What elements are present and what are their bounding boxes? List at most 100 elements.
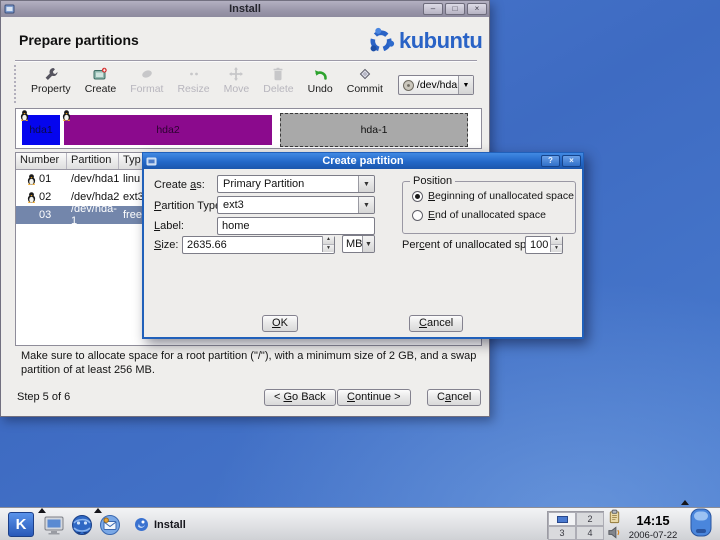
konqueror-icon[interactable] — [70, 513, 94, 537]
show-desktop-icon[interactable] — [42, 513, 66, 537]
chevron-down-icon[interactable]: ▼ — [358, 176, 374, 192]
partition-toolbar: Property Create Format Resize Move Delet — [14, 65, 474, 105]
clock-date: 2006-07-22 — [628, 530, 678, 540]
pager-desktop-1[interactable] — [548, 512, 576, 526]
maximize-icon[interactable]: □ — [445, 3, 465, 15]
continue-button[interactable]: Continue > — [337, 389, 411, 406]
mini-window-icon — [556, 515, 568, 523]
taskbar-task-install[interactable]: Install — [128, 511, 224, 538]
undo-button[interactable]: Undo — [301, 65, 340, 96]
undo-icon — [315, 70, 327, 80]
pager-desktop-4[interactable]: 4 — [576, 526, 604, 540]
tux-icon — [27, 173, 36, 185]
property-button[interactable]: Property — [24, 65, 78, 96]
toolbar-drag-handle[interactable] — [14, 65, 20, 103]
size-input[interactable] — [182, 236, 335, 254]
radio-beginning-label[interactable]: Beginning of unallocated space — [428, 190, 574, 202]
pager-desktop-2[interactable]: 2 — [576, 512, 604, 526]
go-back-button[interactable]: < Go Back — [264, 389, 336, 406]
create-as-label: Create as: — [154, 179, 205, 191]
partition-type-value: ext3 — [223, 199, 244, 211]
commit-label: Commit — [346, 83, 383, 95]
position-group-title: Position — [410, 175, 456, 187]
undo-label: Undo — [307, 83, 333, 95]
cell-partition: /dev/hda2 — [71, 191, 120, 203]
pager-desktop-3[interactable]: 3 — [548, 526, 576, 540]
delete-button: Delete — [256, 65, 300, 96]
position-groupbox: Position Beginning of unallocated space … — [402, 175, 576, 234]
storage-device-icon[interactable] — [688, 507, 714, 538]
device-select[interactable]: /dev/hda ▼ — [397, 75, 474, 95]
dialog-cancel-button[interactable]: Cancel — [409, 315, 464, 332]
create-as-value: Primary Partition — [223, 178, 305, 190]
klipper-icon[interactable] — [607, 509, 622, 524]
desktop: Install – □ × Prepare partitions kubuntu — [0, 0, 720, 540]
dialog-title: Create partition — [322, 155, 404, 167]
resize-label: Resize — [177, 83, 210, 95]
size-spinner[interactable]: ▲ ▼ — [322, 236, 334, 252]
kmenu-button[interactable]: K — [8, 512, 34, 537]
commit-button[interactable]: Commit — [340, 65, 390, 96]
ok-button[interactable]: OK — [262, 315, 298, 332]
desktop-pager: 2 3 4 — [547, 511, 604, 540]
move-label: Move — [223, 83, 250, 95]
spin-down-icon[interactable]: ▼ — [323, 244, 334, 252]
close-icon[interactable]: × — [562, 155, 581, 167]
partition-block-label: hda2 — [156, 124, 180, 136]
spin-up-icon[interactable]: ▲ — [323, 236, 334, 245]
header-separator — [15, 60, 477, 62]
spin-down-icon[interactable]: ▼ — [551, 244, 562, 252]
install-window-titlebar[interactable]: Install – □ × — [1, 1, 489, 17]
column-header-number[interactable]: Number — [16, 153, 67, 169]
cell-number: 03 — [39, 209, 52, 221]
size-label: Size: — [154, 239, 179, 251]
partition-type-label: Partition Type: — [154, 200, 225, 212]
spin-up-icon[interactable]: ▲ — [551, 236, 562, 245]
label-input[interactable] — [217, 217, 375, 235]
partition-block-hda2[interactable]: hda2 — [64, 115, 272, 145]
dialog-titlebar[interactable]: Create partition ? × — [143, 153, 583, 169]
chevron-down-icon[interactable]: ▼ — [358, 197, 374, 213]
delete-label: Delete — [263, 83, 294, 95]
move-button: Move — [217, 65, 257, 96]
radio-end-of-space[interactable] — [412, 210, 423, 221]
kubuntu-logo-icon — [370, 27, 395, 52]
property-label: Property — [31, 83, 71, 95]
size-unit-select[interactable]: MB ▼ — [342, 235, 375, 253]
partition-block-label: hda-1 — [360, 124, 388, 136]
minimize-icon[interactable]: – — [423, 3, 443, 15]
commit-icon — [359, 68, 371, 80]
popup-arrow-icon — [681, 500, 689, 505]
volume-icon[interactable] — [607, 525, 622, 540]
radio-end-label[interactable]: End of unallocated space — [428, 209, 546, 221]
partition-block-hda-1[interactable]: hda-1 — [280, 113, 468, 147]
tux-icon — [62, 110, 71, 121]
cell-partition: /dev/hda-1 — [71, 203, 117, 227]
kontact-icon[interactable] — [98, 513, 122, 537]
create-as-select[interactable]: Primary Partition ▼ — [217, 175, 375, 193]
partition-graph: hda1 hda2 hda-1 — [15, 108, 482, 149]
disk-icon — [402, 79, 414, 91]
note-text: Make sure to allocate space for a root p… — [21, 350, 477, 376]
create-button[interactable]: Create — [78, 65, 124, 96]
close-icon[interactable]: × — [467, 3, 487, 15]
task-label: Install — [154, 518, 186, 531]
clock[interactable]: 14:15 2006-07-22 — [622, 513, 684, 540]
help-icon[interactable]: ? — [541, 155, 560, 167]
partition-type-select[interactable]: ext3 ▼ — [217, 196, 375, 214]
partition-block-label: hda1 — [29, 124, 53, 136]
window-title: Install — [229, 3, 261, 15]
label-label: Label: — [154, 220, 184, 232]
chevron-down-icon[interactable]: ▼ — [457, 76, 473, 94]
size-unit-value: MB — [346, 238, 362, 250]
tux-icon — [27, 191, 36, 203]
chevron-down-icon[interactable]: ▼ — [362, 236, 374, 252]
wizard-cancel-button[interactable]: Cancel — [427, 389, 482, 406]
column-header-partition[interactable]: Partition — [67, 153, 119, 169]
percent-spinner[interactable]: ▲ ▼ — [550, 236, 562, 252]
format-button: Format — [123, 65, 170, 96]
tux-icon — [20, 110, 29, 121]
clock-time: 14:15 — [636, 513, 670, 528]
resize-icon — [189, 72, 198, 76]
radio-beginning-of-space[interactable] — [412, 191, 423, 202]
